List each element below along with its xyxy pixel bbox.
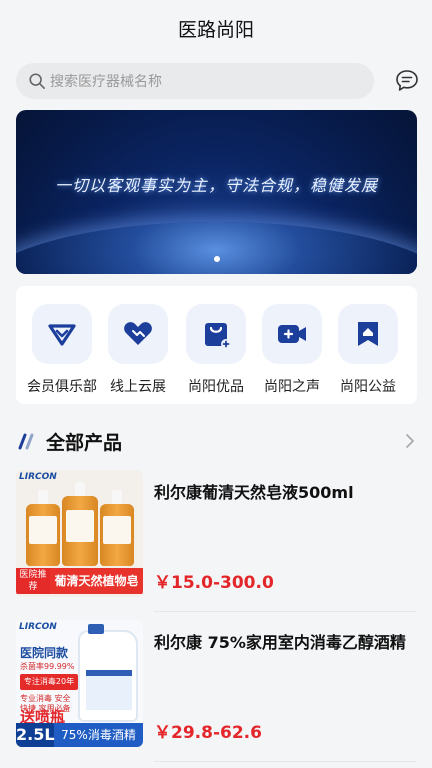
category-item-quality-products[interactable]: 尚阳优品 (178, 304, 254, 396)
brand-logo: LIRCON (19, 472, 57, 482)
image-tag: 专注消毒20年 (20, 674, 78, 690)
category-icon-box (262, 304, 322, 364)
image-rate: 杀菌率99.99% (20, 662, 75, 671)
search-input[interactable]: 搜索医疗器械名称 (16, 63, 374, 99)
category-icon-box (32, 304, 92, 364)
image-volume: 2.5L (16, 723, 55, 747)
product-card[interactable]: LIRCON 医院推荐 葡清天然植物皂液 利尔康葡清天然皂液500ml ￥15.… (16, 470, 416, 612)
product-image-caption: 75%消毒酒精 (61, 728, 136, 742)
charity-home-icon (358, 322, 378, 346)
product-image: LIRCON 医院同款 杀菌率99.99% 专注消毒20年 专业消毒 安全快捷 … (16, 620, 143, 747)
category-label: 尚阳公益 (340, 379, 396, 395)
alcohol-jug-graphic (78, 624, 138, 722)
category-item-online-expo[interactable]: 线上云展 (100, 304, 176, 396)
product-image: LIRCON 医院推荐 葡清天然植物皂液 (16, 470, 143, 597)
product-price: ￥29.8-62.6 (154, 723, 262, 743)
image-headline: 医院同款 (20, 646, 69, 660)
category-label: 线上云展 (110, 379, 166, 395)
hospital-recommend-tag: 医院推荐 (16, 568, 50, 594)
category-label: 会员俱乐部 (27, 379, 97, 395)
section-slash-icon (18, 433, 34, 450)
bottle-graphic (62, 482, 98, 566)
banner-slogan: 一切以客观事实为主，守法合规，稳健发展 (54, 176, 378, 195)
section-header-all-products: 全部产品 (16, 424, 416, 458)
search-placeholder: 搜索医疗器械名称 (50, 74, 162, 90)
category-item-voice[interactable]: 尚阳之声 (254, 304, 330, 396)
category-icon-box (108, 304, 168, 364)
product-card[interactable]: LIRCON 医院同款 杀菌率99.99% 专注消毒20年 专业消毒 安全快捷 … (16, 620, 416, 762)
video-camera-icon (278, 325, 306, 343)
search-row: 搜索医疗器械名称 (16, 62, 420, 100)
divider (154, 611, 416, 612)
category-item-charity[interactable]: 尚阳公益 (330, 304, 406, 396)
divider (154, 761, 416, 762)
diamond-icon (48, 324, 76, 346)
section-title: 全部产品 (46, 431, 123, 454)
brand-logo: LIRCON (19, 622, 57, 632)
bottle-graphic (26, 490, 60, 566)
handshake-icon (124, 322, 152, 345)
category-item-member-club[interactable]: 会员俱乐部 (24, 304, 100, 396)
shopping-bag-icon (205, 323, 231, 349)
page-title: 医路尚阳 (177, 18, 254, 41)
message-icon[interactable] (394, 68, 420, 94)
category-label: 尚阳优品 (188, 379, 244, 395)
product-price: ￥15.0-300.0 (154, 573, 274, 593)
category-label: 尚阳之声 (264, 379, 320, 395)
image-caption-bar: 2.5L 75%消毒酒精 (16, 723, 143, 747)
bottle-graphic (100, 490, 134, 566)
top-title-bar: 医路尚阳 (0, 0, 432, 56)
product-name: 利尔康 75%家用室内消毒乙醇酒精 (154, 633, 406, 652)
category-icon-box (186, 304, 246, 364)
banner-pagination (16, 256, 417, 262)
product-name: 利尔康葡清天然皂液500ml (154, 483, 354, 502)
product-image-caption: 葡清天然植物皂液 (50, 568, 143, 594)
chevron-right-icon[interactable] (404, 433, 416, 449)
search-icon (29, 73, 46, 90)
category-icon-box (338, 304, 398, 364)
promo-banner[interactable]: 一切以客观事实为主，守法合规，稳健发展 (16, 110, 417, 274)
category-panel: 会员俱乐部 线上云展 尚阳优品 尚阳之声 尚阳公益 (16, 286, 417, 404)
earth-graphic (16, 222, 417, 274)
banner-dot-active[interactable] (213, 256, 220, 262)
